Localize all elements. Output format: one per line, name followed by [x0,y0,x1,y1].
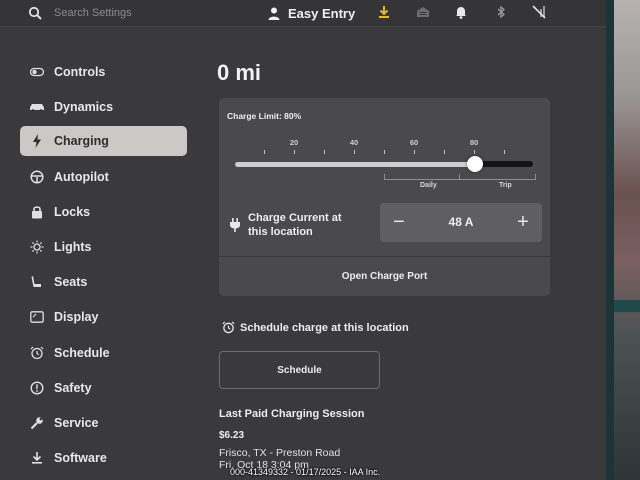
sidebar-item-display[interactable]: Display [20,302,187,332]
bluetooth-icon[interactable] [493,4,509,20]
charging-card: Charge Limit: 80% 20 40 60 80 Daily Trip… [219,98,550,296]
top-bar: Easy Entry [0,0,606,27]
sidebar-item-label: Dynamics [54,100,114,114]
sidebar-item-charging[interactable]: Charging [20,126,187,156]
person-icon [268,7,280,20]
no-signal-icon [532,5,546,19]
profile-name: Easy Entry [288,5,356,21]
daily-trip-range-bracket [384,174,536,180]
sidebar-item-schedule[interactable]: Schedule [20,338,187,368]
slider-tick [474,150,475,154]
charge-current-value: 48 A [448,215,474,229]
sidebar-item-label: Lights [54,240,92,254]
last-session-amount: $6.23 [219,430,245,441]
sidebar-item-label: Software [54,451,107,465]
search-icon[interactable] [28,6,42,20]
sidebar-item-label: Safety [54,381,92,395]
slider-tick-label: 40 [349,138,359,147]
plug-icon [230,218,240,232]
slider-tick [384,150,385,154]
schedule-charge-label: Schedule charge at this location [240,321,409,334]
slider-tick [324,150,325,154]
watermark-text: 000-41349332 - 01/17/2025 - IAA Inc. [230,467,381,477]
screen-bezel [606,0,614,480]
charge-limit-slider-handle[interactable] [467,156,483,172]
increase-current-button[interactable]: + [512,211,534,233]
car-icon [22,102,52,112]
slider-tick-label: 20 [289,138,299,147]
sidebar-item-service[interactable]: Service [20,408,187,438]
sidebar-item-seats[interactable]: Seats [20,267,187,297]
sidebar-item-label: Charging [54,134,109,148]
bell-icon[interactable] [453,4,469,20]
driver-profile-button[interactable]: Easy Entry [268,4,355,22]
sun-icon [22,240,52,254]
window-background [614,0,640,480]
wrench-icon [22,416,52,430]
estimated-range: 0 mi [217,60,262,85]
slider-tick [294,150,295,154]
schedule-charge-row[interactable]: Schedule charge at this location [222,321,409,334]
sidebar-item-label: Display [54,310,99,324]
decrease-current-button[interactable]: − [388,211,410,233]
lightning-icon [22,134,52,148]
search-input[interactable] [54,5,214,21]
sidebar-item-lights[interactable]: Lights [20,232,187,262]
download-icon [22,451,52,465]
charge-limit-slider-remaining[interactable] [475,161,533,167]
download-icon[interactable] [376,4,392,20]
last-session-title: Last Paid Charging Session [219,408,365,420]
info-circle-icon [22,381,52,395]
steering-wheel-icon [22,170,52,184]
sidebar-item-label: Service [54,416,99,430]
touchscreen: Easy Entry Controls [0,0,606,480]
daily-range-label: Daily [420,182,437,189]
slider-tick [354,150,355,154]
charge-limit-slider-fill[interactable] [235,162,475,167]
sidebar-item-safety[interactable]: Safety [20,373,187,403]
alarm-clock-icon [222,321,235,334]
sidebar-item-locks[interactable]: Locks [20,197,187,227]
sidebar-item-software[interactable]: Software [20,443,187,473]
sidebar-item-label: Controls [54,65,106,79]
toggle-icon [22,67,52,77]
slider-tick-label: 80 [469,138,479,147]
seat-icon [22,275,52,289]
display-icon [22,311,52,323]
sidebar-item-label: Locks [54,205,91,219]
slider-tick [444,150,445,154]
sidebar-item-autopilot[interactable]: Autopilot [20,162,187,192]
alarm-clock-icon [22,346,52,360]
last-session-location: Frisco, TX - Preston Road [219,447,341,459]
sidebar-item-label: Seats [54,275,88,289]
open-charge-port-button[interactable]: Open Charge Port [219,257,550,296]
schedule-button[interactable]: Schedule [219,351,380,389]
slider-tick-label: 60 [409,138,419,147]
trip-range-label: Trip [499,182,512,189]
slider-tick [264,150,265,154]
sidebar-item-label: Autopilot [54,170,109,184]
lock-icon [22,205,52,219]
sidebar-item-dynamics[interactable]: Dynamics [20,92,187,122]
garage-icon[interactable] [415,4,431,20]
charge-current-stepper: − 48 A + [380,203,542,242]
charge-current-label: Charge Current at this location [248,212,342,238]
slider-tick [414,150,415,154]
sidebar-item-controls[interactable]: Controls [20,57,187,87]
slider-tick [504,150,505,154]
charge-limit-label: Charge Limit: 80% [227,111,302,121]
sidebar-item-label: Schedule [54,346,110,360]
